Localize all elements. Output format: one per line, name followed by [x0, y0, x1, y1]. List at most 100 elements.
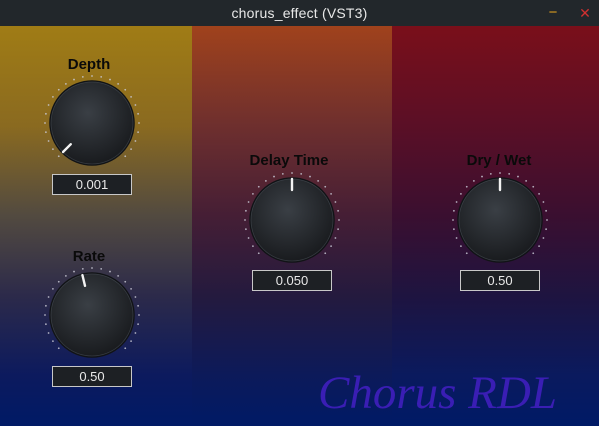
knob-tick-dot: [47, 140, 50, 142]
knob-tick-dot: [44, 314, 46, 316]
knob-tick-dot: [252, 245, 254, 248]
knob-tick-dot: [324, 185, 327, 188]
knob-tick-dot: [57, 347, 60, 350]
knob-tick-dot: [52, 287, 54, 290]
knob-tick-dot: [465, 252, 468, 255]
knob-tick-dot: [130, 287, 132, 290]
knob-tick-dot: [525, 180, 528, 182]
knob-tick-dot: [44, 122, 46, 124]
knob-tick-dot: [57, 88, 60, 91]
knob-tick-dot: [124, 280, 127, 283]
knob-tick-dot: [52, 95, 54, 98]
knob-tick-dot: [64, 275, 67, 277]
knob-tick-dot: [545, 209, 547, 212]
depth-knob[interactable]: [42, 73, 142, 173]
knob-tick-dot: [545, 228, 547, 231]
brand-logo-text: Chorus RDL: [318, 367, 557, 419]
knob-tick-dot: [245, 228, 247, 231]
knob-tick-dot: [330, 245, 332, 248]
knob-tick-dot: [47, 332, 50, 334]
close-button[interactable]: ✕: [574, 0, 596, 26]
knob-tick-dot: [124, 347, 127, 350]
knob-tick-dot: [517, 175, 519, 178]
knob-tick-dot: [73, 270, 75, 273]
knob-tick-dot: [91, 75, 93, 77]
knob-tick-dot: [137, 112, 139, 115]
knob-tick-dot: [542, 201, 545, 203]
rate-knob[interactable]: [42, 265, 142, 365]
delay-time-knob[interactable]: [242, 170, 342, 270]
knob-tick-dot: [532, 185, 535, 188]
knob-tick-dot: [309, 175, 311, 178]
knob-body: [49, 272, 135, 358]
dry-wet-knob[interactable]: [450, 170, 550, 270]
knob-tick-dot: [334, 201, 337, 203]
delay-time-value-field[interactable]: 0.050: [252, 270, 332, 291]
knob-tick-dot: [57, 155, 60, 158]
knob-tick-dot: [134, 332, 137, 334]
knob-tick-dot: [130, 340, 132, 343]
knob-tick-dot: [124, 155, 127, 158]
knob-tick-dot: [489, 173, 492, 175]
knob-tick-dot: [538, 192, 540, 195]
knob-tick-dot: [81, 268, 84, 270]
delay-time-label: Delay Time: [249, 152, 329, 169]
knob-tick-dot: [324, 252, 327, 255]
knob-tick-dot: [247, 201, 250, 203]
knob-tick-dot: [472, 180, 475, 182]
knob-tick-dot: [252, 192, 254, 195]
knob-tick-dot: [257, 185, 260, 188]
knob-tick-dot: [273, 175, 275, 178]
knob-tick-dot: [45, 131, 47, 134]
dry-wet-value-field[interactable]: 0.50: [460, 270, 540, 291]
knob-tick-dot: [81, 76, 84, 78]
knob-tick-dot: [137, 131, 139, 134]
knob-tick-dot: [460, 192, 462, 195]
knob-tick-dot: [130, 95, 132, 98]
knob-tick-dot: [264, 180, 267, 182]
rate-value-field[interactable]: 0.50: [52, 366, 132, 387]
knob-tick-dot: [47, 104, 50, 106]
knob-tick-dot: [499, 172, 501, 174]
knob-tick-dot: [47, 296, 50, 298]
knob-tick-dot: [453, 228, 455, 231]
knob-tick-dot: [45, 112, 47, 115]
knob-tick-dot: [100, 268, 103, 270]
knob-tick-dot: [64, 83, 67, 85]
knob-tick-dot: [130, 148, 132, 151]
knob-tick-dot: [460, 245, 462, 248]
knob-tick-dot: [247, 237, 250, 239]
knob-tick-dot: [334, 237, 337, 239]
knob-tick-dot: [91, 267, 93, 269]
knob-tick-dot: [45, 304, 47, 307]
knob-tick-dot: [465, 185, 468, 188]
title-bar[interactable]: chorus_effect (VST3) − ✕: [0, 0, 599, 26]
knob-tick-dot: [124, 88, 127, 91]
knob-tick-dot: [538, 245, 540, 248]
rate-label: Rate: [72, 248, 106, 265]
knob-tick-dot: [45, 323, 47, 326]
knob-tick-dot: [257, 252, 260, 255]
window-title: chorus_effect (VST3): [231, 5, 368, 21]
knob-tick-dot: [455, 237, 458, 239]
knob-tick-dot: [281, 173, 284, 175]
knob-tick-dot: [73, 78, 75, 81]
knob-tick-dot: [137, 304, 139, 307]
knob-tick-dot: [317, 180, 320, 182]
knob-tick-dot: [291, 172, 293, 174]
knob-tick-dot: [134, 104, 137, 106]
depth-value-field[interactable]: 0.001: [52, 174, 132, 195]
knob-tick-dot: [508, 173, 511, 175]
knob-tick-dot: [138, 314, 140, 316]
knob-tick-dot: [452, 219, 454, 221]
knob-tick-dot: [109, 270, 111, 273]
knob-tick-dot: [137, 323, 139, 326]
knob-tick-dot: [245, 209, 247, 212]
knob-tick-dot: [109, 78, 111, 81]
knob-tick-dot: [337, 209, 339, 212]
knob-tick-dot: [300, 173, 303, 175]
knob-tick-dot: [338, 219, 340, 221]
minimize-button[interactable]: −: [542, 0, 564, 26]
knob-tick-dot: [138, 122, 140, 124]
depth-label: Depth: [67, 56, 111, 73]
